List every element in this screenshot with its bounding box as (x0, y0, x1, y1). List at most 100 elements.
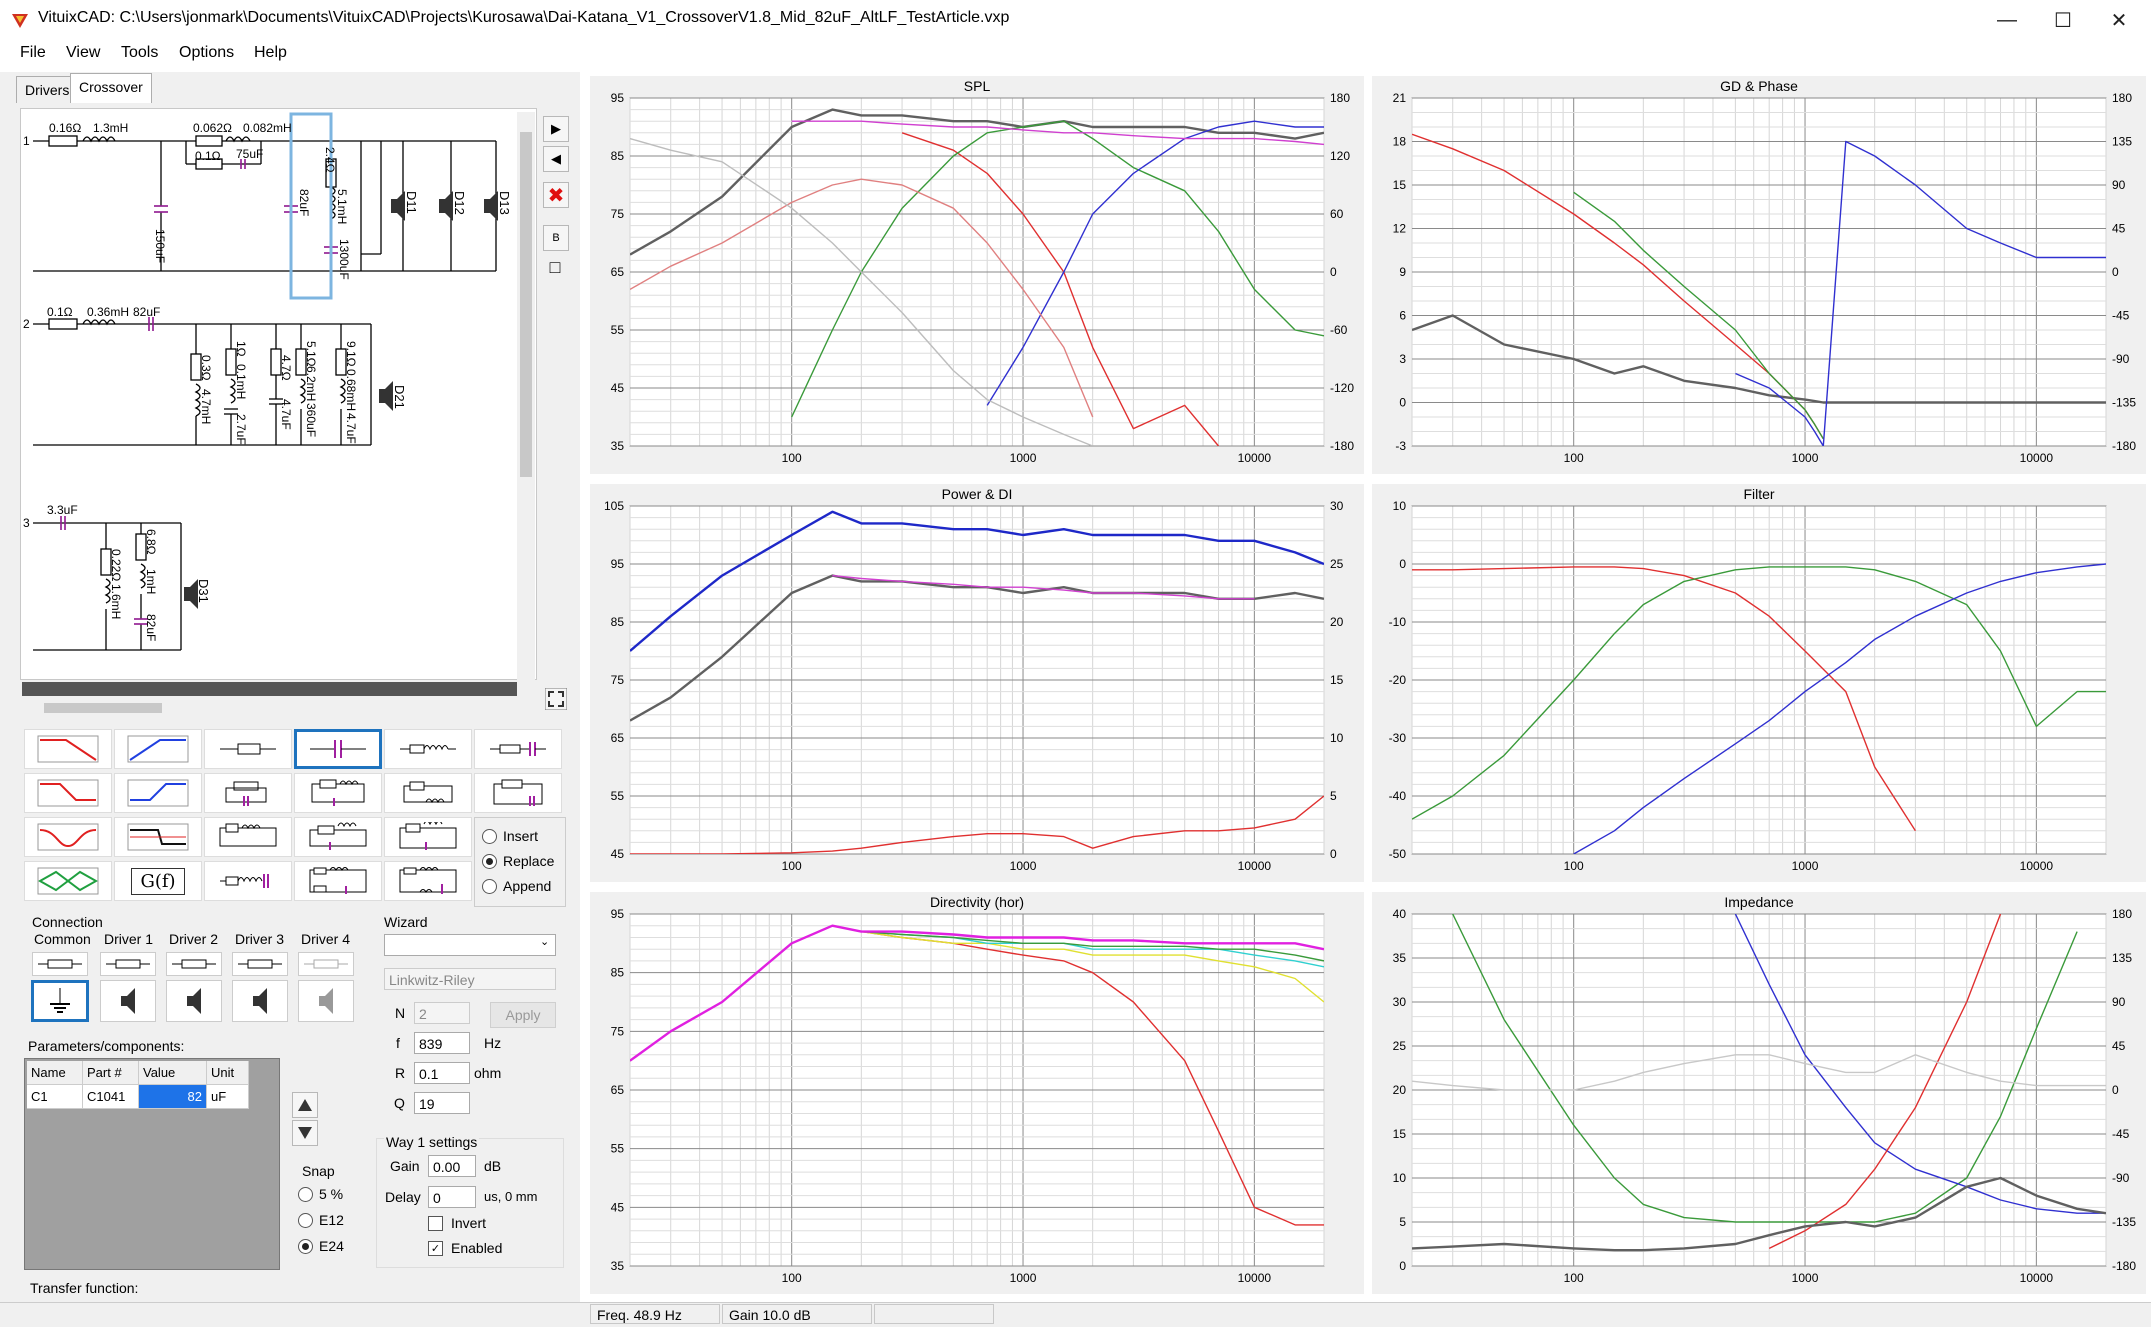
wizard-type-select[interactable] (384, 934, 556, 956)
bandpass-tool[interactable] (24, 861, 112, 901)
radio-dot[interactable] (298, 1212, 313, 1228)
menu-view[interactable]: View (66, 44, 100, 62)
driver3-series-button[interactable] (232, 952, 288, 976)
menu-options[interactable]: Options (179, 44, 234, 62)
r-input[interactable]: 0.1 (414, 1062, 470, 1084)
driver4-speaker-button[interactable] (298, 980, 354, 1022)
radio-dot[interactable] (298, 1238, 313, 1254)
spl-chart[interactable]: 95 85 75 65 55 45 35 180 120 60 0 -60 -120 -180 100 100… (590, 76, 1364, 474)
series-rlc-tool[interactable] (204, 817, 292, 857)
schematic-horizontal-scrollbar[interactable] (22, 700, 512, 716)
common-series-button[interactable] (32, 952, 88, 976)
insert-radio[interactable]: Insert (482, 828, 538, 844)
minimize-button[interactable]: — (1975, 0, 2039, 40)
menu-help[interactable]: Help (254, 44, 287, 62)
params-cell-value[interactable]: 82 (139, 1085, 207, 1109)
toggle-checkbox[interactable]: □ (543, 255, 567, 279)
resistor-icon (238, 959, 282, 969)
move-down-button[interactable] (292, 1120, 318, 1146)
common-ground-button[interactable] (31, 980, 89, 1022)
parallel-rl-tool[interactable] (384, 773, 472, 813)
parallel-rcl-tool[interactable] (474, 773, 562, 813)
invert-checkbox[interactable]: Invert (428, 1215, 486, 1231)
gain-input[interactable]: 0.00 (428, 1155, 476, 1177)
move-up-button[interactable] (292, 1092, 318, 1118)
driver2-series-button[interactable] (166, 952, 222, 976)
tab-crossover[interactable]: Crossover (70, 73, 152, 103)
menu-file[interactable]: File (20, 44, 46, 62)
play-right-button[interactable]: ▶ (543, 116, 569, 142)
checkmark-icon[interactable]: ✓ (428, 1240, 443, 1256)
series-rc-tool[interactable] (474, 729, 562, 769)
menu-tools[interactable]: Tools (121, 44, 158, 62)
snap-5pct-radio[interactable]: 5 % (298, 1186, 343, 1202)
radio-dot[interactable] (482, 878, 497, 894)
transfer-function-tool[interactable]: G(f) (114, 861, 202, 901)
series-rlc-complex-tool[interactable] (384, 817, 472, 857)
label-driver[interactable]: D12 (452, 191, 467, 215)
label-driver[interactable]: D21 (392, 385, 407, 409)
q-input[interactable]: 19 (414, 1092, 470, 1114)
impedance-chart[interactable]: 40 35 30 25 20 15 10 5 0 180 135 90 45 0 -45 -90 -135 -18… (1372, 892, 2146, 1294)
directivity-chart[interactable]: 95 85 75 65 55 45 35 100 1000 10000 (590, 892, 1364, 1294)
series-capacitor-tool[interactable] (294, 729, 382, 769)
notch-tool[interactable] (24, 817, 112, 857)
filter-chart[interactable]: 100-10-20-30-40-50100 1000 10000 (1372, 484, 2146, 882)
lowshelf-tool[interactable] (24, 773, 112, 813)
series-inductor-tool[interactable] (384, 729, 472, 769)
power-di-chart[interactable]: 105958575655545302520151050100 1000 10000 (590, 484, 1364, 882)
maximize-button[interactable]: ☐ (2031, 0, 2095, 40)
crossover-schematic[interactable]: 1 0.16Ω 1.3mH 0.062Ω 0.082mH 0.1Ω 75uF 1… (20, 108, 537, 680)
snap-e12-radio[interactable]: E12 (298, 1212, 344, 1228)
complex-network-tool[interactable] (384, 861, 472, 901)
parallel-rlc-tool[interactable] (294, 773, 382, 813)
radio-dot[interactable] (298, 1186, 313, 1202)
driver1-series-button[interactable] (100, 952, 156, 976)
series-rl-parallel-tool[interactable] (294, 817, 382, 857)
label-driver[interactable]: D31 (196, 579, 211, 603)
apply-button[interactable]: Apply (490, 1002, 556, 1028)
lowpass-tool[interactable] (24, 729, 112, 769)
enabled-checkbox[interactable]: ✓ Enabled (428, 1240, 502, 1256)
label-driver[interactable]: D13 (497, 191, 512, 215)
params-cell-unit[interactable]: uF (207, 1085, 249, 1109)
params-cell-name[interactable]: C1 (27, 1085, 83, 1109)
driver1-speaker-button[interactable] (100, 980, 156, 1022)
driver2-speaker-button[interactable] (166, 980, 222, 1022)
gd-phase-chart[interactable]: 21 18 15 12 9 6 3 0 -3 180 135 90 45 0 -45 -90 -135 -180 1… (1372, 76, 2146, 474)
highpass-tool[interactable] (114, 729, 202, 769)
bypass-button[interactable]: B (543, 225, 569, 251)
fit-screen-icon[interactable] (545, 688, 567, 710)
delay-input[interactable]: 0 (428, 1186, 476, 1208)
play-left-button[interactable]: ◀ (543, 146, 569, 172)
delete-button[interactable]: ✖ (543, 182, 569, 208)
params-table[interactable]: Name Part # Value Unit C1 C1041 82 uF (24, 1058, 280, 1270)
scroll-thumb[interactable] (44, 703, 162, 713)
order-select[interactable]: 2 (414, 1002, 470, 1024)
parallel-rc-tool[interactable] (204, 773, 292, 813)
radio-dot[interactable] (482, 853, 497, 869)
series-rl-tool[interactable] (204, 861, 292, 901)
radio-dot[interactable] (482, 828, 497, 844)
branch3-number: 3 (23, 516, 30, 530)
series-resistor-tool[interactable] (204, 729, 292, 769)
f-input[interactable]: 839 (414, 1032, 470, 1054)
schematic-vertical-scrollbar[interactable] (517, 112, 535, 682)
snap-e24-radio[interactable]: E24 (298, 1238, 344, 1254)
driver3-speaker-button[interactable] (232, 980, 288, 1022)
replace-radio[interactable]: Replace (482, 853, 554, 869)
scroll-thumb[interactable] (520, 132, 532, 477)
allpass-tool[interactable] (114, 817, 202, 857)
parallel-network-tool[interactable] (294, 861, 382, 901)
tab-drivers[interactable]: Drivers (16, 76, 79, 103)
append-radio[interactable]: Append (482, 878, 551, 894)
label-driver[interactable]: D11 (404, 191, 419, 214)
checkbox-box[interactable] (428, 1215, 443, 1231)
highshelf-tool[interactable] (114, 773, 202, 813)
params-cell-part[interactable]: C1041 (83, 1085, 139, 1109)
close-button[interactable]: ✕ (2087, 0, 2151, 40)
wizard-filter-select[interactable]: Linkwitz-Riley (384, 968, 556, 990)
y-tick-label: 65 (611, 265, 625, 279)
driver4-series-button[interactable] (298, 952, 354, 976)
params-header-unit: Unit (207, 1061, 249, 1085)
